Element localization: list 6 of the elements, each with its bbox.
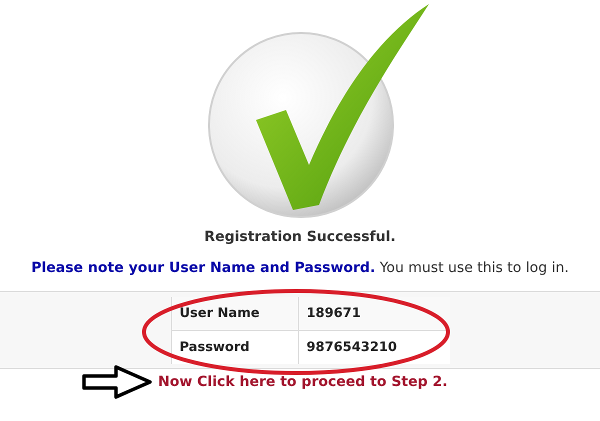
proceed-link[interactable]: Now Click here to proceed to Step 2. bbox=[158, 374, 448, 390]
field-value: 9876543210 bbox=[298, 330, 450, 364]
note-text: Please note your User Name and Password. You must use this to log in. bbox=[30, 260, 570, 276]
field-label: Password bbox=[171, 330, 298, 364]
field-label: User Name bbox=[171, 297, 298, 330]
heading: Registration Successful. bbox=[203, 229, 397, 245]
